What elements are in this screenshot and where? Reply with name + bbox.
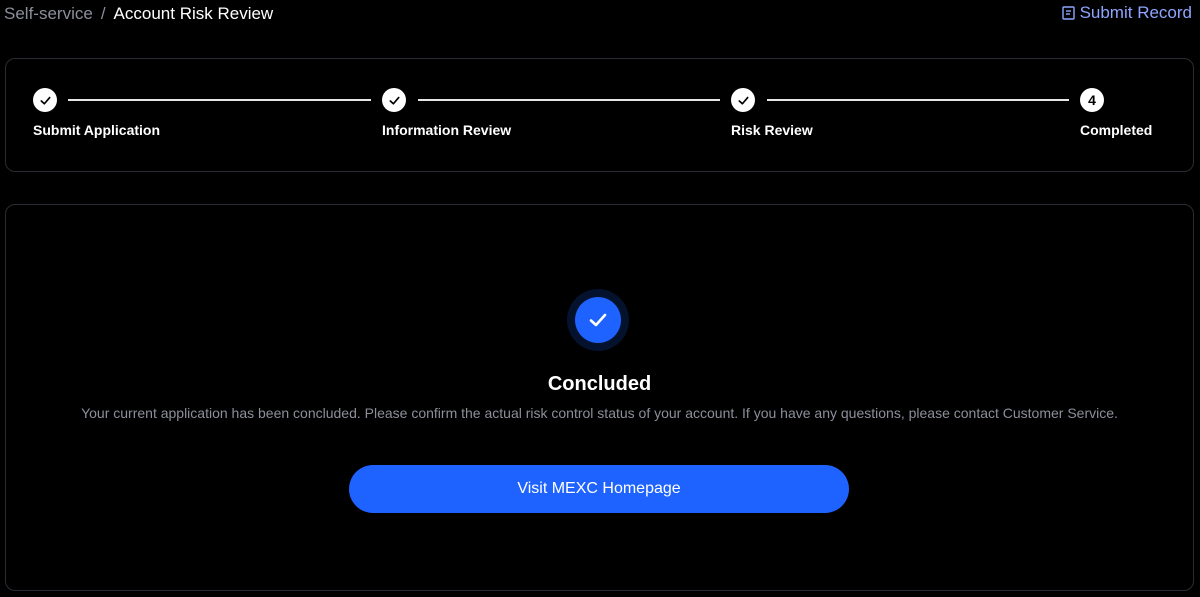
step-information-review: Information Review [382,88,511,138]
step-connector [68,99,371,101]
submit-record-link[interactable]: Submit Record [1061,3,1192,23]
check-circle-icon [575,297,621,343]
progress-steps: Submit Application Information Review Ri… [5,58,1194,172]
page-title: Account Risk Review [113,4,274,23]
step-connector [418,99,720,101]
step-label: Completed [1080,122,1153,138]
step-label: Information Review [382,122,512,138]
step-label: Submit Application [33,122,161,138]
step-completed: 4 Completed [1080,88,1152,138]
check-icon [388,96,400,105]
step-connector [767,99,1069,101]
page: Self-service / Account Risk Review Submi… [0,0,1200,597]
step-complete-indicator [33,88,57,112]
status-icon-halo [567,289,629,351]
step-complete-indicator [731,88,755,112]
check-icon [39,96,51,105]
check-icon [737,96,749,105]
breadcrumb-self-service-link[interactable]: Self-service [4,4,93,24]
check-icon [589,313,607,327]
breadcrumb-separator: / [100,4,106,23]
step-submit-application: Submit Application [33,88,160,138]
result-panel: Concluded Your current application has b… [5,204,1194,591]
step-label: Risk Review [731,122,813,138]
visit-homepage-button[interactable]: Visit MEXC Homepage [349,465,849,513]
step-complete-indicator [382,88,406,112]
step-risk-review: Risk Review [731,88,813,138]
result-description: Your current application has been conclu… [81,405,1118,421]
result-title: Concluded [547,373,652,395]
document-icon [1061,6,1075,20]
step-number-indicator: 4 [1080,88,1104,112]
breadcrumb: Self-service / Account Risk Review [4,4,273,24]
submit-record-label: Submit Record [1079,3,1192,22]
